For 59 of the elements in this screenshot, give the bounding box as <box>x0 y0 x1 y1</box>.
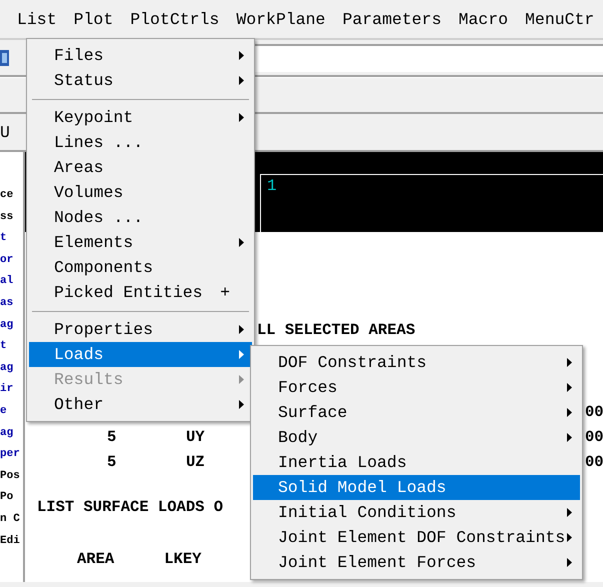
output-value: 00 <box>585 452 603 470</box>
menu-item[interactable]: Properties <box>29 317 252 342</box>
menu-bar-item[interactable]: Macro <box>458 10 508 28</box>
output-heading: LIST SURFACE LOADS O <box>37 498 224 516</box>
output-label: UY <box>186 428 205 446</box>
menu-item[interactable]: Components <box>29 255 252 280</box>
menu-item[interactable]: Areas <box>29 155 252 180</box>
tree-text[interactable]: ag <box>0 358 23 380</box>
menu-item[interactable]: Other <box>29 392 252 417</box>
tree-text[interactable]: ce <box>0 185 23 207</box>
menu-item[interactable]: Forces <box>253 375 580 400</box>
window-number: 1 <box>267 177 277 195</box>
menu-item[interactable]: Joint Element DOF Constraints <box>253 525 580 550</box>
menu-item[interactable]: Nodes ... <box>29 205 252 230</box>
menu-item[interactable]: Lines ... <box>29 130 252 155</box>
menu-bar-item[interactable]: PlotCtrls <box>130 10 220 28</box>
tree-text[interactable]: ss <box>0 206 23 228</box>
tree-text[interactable]: al <box>0 271 23 293</box>
menu-item[interactable]: Volumes <box>29 180 252 205</box>
menu-item[interactable]: Initial Conditions <box>253 500 580 525</box>
tree-text[interactable]: t <box>0 228 23 250</box>
output-label: UZ <box>186 452 205 470</box>
tree-text[interactable]: as <box>0 292 23 315</box>
menu-item[interactable]: DOF Constraints <box>253 350 580 375</box>
column-header: AREA <box>77 550 114 568</box>
tree-text[interactable]: ag <box>0 314 23 336</box>
tree-text[interactable]: per <box>0 444 23 466</box>
menu-item[interactable]: Surface <box>253 400 580 425</box>
output-value: 00 <box>585 402 603 420</box>
menu-item[interactable]: Elements <box>29 230 252 255</box>
tree-text[interactable]: Edi <box>0 530 23 552</box>
tree-text[interactable]: t <box>0 336 23 358</box>
menu-item[interactable]: Inertia Loads <box>253 450 580 475</box>
output-heading: LL SELECTED AREAS <box>257 322 416 338</box>
menu-bar-item[interactable]: Plot <box>74 10 114 28</box>
menu-item[interactable]: Keypoint <box>29 105 252 130</box>
menu-item[interactable]: Loads <box>29 342 252 367</box>
menu-bar-item[interactable]: List <box>17 10 57 28</box>
menu-bar-item[interactable]: MenuCtr <box>525 10 594 28</box>
tree-text[interactable]: or <box>0 250 23 272</box>
tree-text[interactable]: n C <box>0 508 23 530</box>
tree-text[interactable]: Po <box>0 487 23 509</box>
output-value: 00 <box>585 428 603 446</box>
column-header: LKEY <box>164 550 202 568</box>
menu-bar-item[interactable]: WorkPlane <box>236 10 326 28</box>
tree-text[interactable]: ag <box>0 422 23 444</box>
menu-item[interactable]: Joint Element Forces <box>253 550 580 575</box>
tree-text[interactable]: Pos <box>0 466 23 488</box>
tree-text[interactable]: ir <box>0 379 23 401</box>
toolbar-label: U <box>0 122 11 142</box>
menu-bar-item[interactable]: Parameters <box>342 10 442 28</box>
menu-item[interactable]: Body <box>253 425 580 450</box>
output-value: 5 <box>107 428 116 446</box>
menu-item[interactable]: Files <box>29 43 252 68</box>
tree-text[interactable]: e <box>0 400 23 423</box>
output-value: 5 <box>107 452 116 470</box>
menu-item[interactable]: Status <box>29 68 252 93</box>
menu-item[interactable]: Picked Entities + <box>29 280 252 305</box>
menu-item[interactable]: Solid Model Loads <box>253 475 580 500</box>
